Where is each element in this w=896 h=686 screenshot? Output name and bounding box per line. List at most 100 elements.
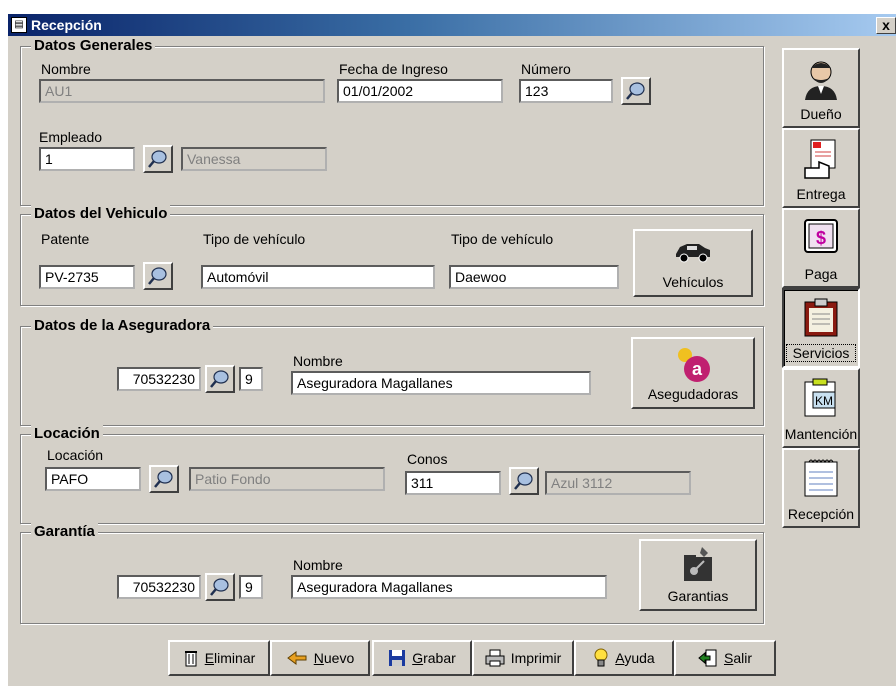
search-key-icon [148,150,167,168]
garantia-group: Garantía 70532230 9 Nombre Aseguradora M… [20,523,764,624]
aseguradora-logo-icon: a [678,348,710,382]
close-button[interactable]: x [876,17,896,34]
save-icon [389,650,406,666]
nombre-field[interactable]: AU1 [39,79,325,103]
nombre-label: Nombre [41,61,91,77]
salir-label: Salir [723,650,752,666]
locacion-field[interactable]: PAFO [45,467,141,491]
aseguradora-search-button[interactable] [205,365,235,393]
tipo-vehiculo-label: Tipo de vehículo [203,231,306,247]
sidebar-label-servicios: Servicios [786,344,856,362]
sidebar-label-dueno: Dueño [800,106,842,122]
garantia-search-button[interactable] [205,573,235,601]
km-clipboard-icon: KM [804,378,836,417]
sidebar-label-recepcion: Recepción [787,506,855,522]
ayuda-label: Ayuda [615,650,655,666]
svg-text:KM: KM [815,394,833,408]
folder-tools-icon [684,547,712,581]
conos-name-field[interactable]: Azul 3112 [545,471,691,495]
app-icon: ▤ [11,17,27,33]
fecha-ingreso-label: Fecha de Ingreso [339,61,448,77]
empleado-name-field[interactable]: Vanessa [181,147,327,171]
garantias-button-label: Garantias [667,588,729,604]
aseguradoras-button[interactable]: a Asegudadoras [631,337,755,409]
garantia-dv-field[interactable]: 9 [239,575,263,599]
grabar-button[interactable]: Grabar [372,640,472,676]
nuevo-label: Nuevo [313,650,355,666]
eliminar-label: Eliminar [204,650,256,666]
locacion-group: Locación Locación PAFO Patio Fondo Conos… [20,425,764,524]
datos-vehiculo-group: Datos del Vehiculo Patente PV-2735 Tipo … [20,205,764,306]
empleado-field[interactable]: 1 [39,147,135,171]
garantias-button[interactable]: Garantias [639,539,757,611]
conos-search-button[interactable] [509,467,539,495]
tipo-vehiculo-2-field[interactable]: Daewoo [449,265,619,289]
locacion-label: Locación [47,447,104,463]
conos-field[interactable]: 311 [405,471,501,495]
sidebar-item-dueno[interactable]: Dueño [782,48,860,128]
garantia-nombre-field[interactable]: Aseguradora Magallanes [291,575,607,599]
aseguradora-nombre-field[interactable]: Aseguradora Magallanes [291,371,591,395]
clipboard-icon [804,298,838,337]
hand-document-icon [804,139,836,179]
conos-label: Conos [407,451,448,467]
sidebar-label-entrega: Entrega [796,186,846,202]
grabar-label: Grabar [412,650,456,666]
search-key-icon [210,370,229,388]
datos-aseguradora-legend: Datos de la Aseguradora [31,317,214,335]
search-key-icon [148,267,167,285]
numero-search-button[interactable] [621,77,651,105]
locacion-search-button[interactable] [149,465,179,493]
tipo-vehiculo-field[interactable]: Automóvil [201,265,435,289]
garantia-legend: Garantía [31,523,98,541]
search-key-icon [514,472,533,490]
printer-icon [485,649,505,667]
imprimir-button[interactable]: Imprimir [472,640,574,676]
lightbulb-icon [594,648,608,667]
nuevo-button[interactable]: Nuevo [270,640,370,676]
patente-field[interactable]: PV-2735 [39,265,135,289]
car-icon [676,244,710,263]
empleado-search-button[interactable] [143,145,173,173]
locacion-legend: Locación [31,425,103,443]
empleado-label: Empleado [39,129,103,145]
salir-button[interactable]: Salir [674,640,776,676]
datos-aseguradora-group: Datos de la Aseguradora 70532230 9 Nombr… [20,317,764,426]
datos-generales-legend: Datos Generales [31,37,156,55]
sidebar-item-paga[interactable]: $ Paga [782,208,860,288]
aseguradoras-button-label: Asegudadoras [647,386,739,402]
datos-generales-group: Datos Generales Nombre AU1 Fecha de Ingr… [20,37,764,206]
trash-icon [184,651,197,667]
window-title: Recepción [31,17,102,33]
eliminar-button[interactable]: Eliminar [168,640,270,676]
imprimir-label: Imprimir [510,650,562,666]
locacion-name-field[interactable]: Patio Fondo [189,467,385,491]
reception-window: ▤ Recepción x Datos Generales Nombre AU1… [8,14,896,686]
notepad-icon [804,459,838,497]
sidebar-label-mantencion: Mantención [784,426,858,442]
new-arrow-icon [286,651,307,665]
ayuda-button[interactable]: Ayuda [574,640,674,676]
patente-label: Patente [41,231,90,247]
aseguradora-dv-field[interactable]: 9 [239,367,263,391]
garantia-rut-field[interactable]: 70532230 [117,575,201,599]
patente-search-button[interactable] [143,262,173,290]
sidebar-item-mantencion[interactable]: KM Mantención [782,368,860,448]
svg-text:$: $ [816,228,826,248]
exit-door-icon [698,649,717,667]
aseguradora-rut-field[interactable]: 70532230 [117,367,201,391]
numero-field[interactable]: 123 [519,79,613,103]
sidebar-item-entrega[interactable]: Entrega [782,128,860,208]
search-key-icon [626,82,645,100]
aseguradora-nombre-label: Nombre [293,353,343,369]
dollar-icon: $ [804,219,838,253]
sidebar-item-recepcion[interactable]: Recepción [782,448,860,528]
datos-vehiculo-legend: Datos del Vehiculo [31,205,171,223]
sidebar-item-servicios[interactable]: Servicios [782,288,860,368]
title-bar[interactable]: ▤ Recepción x [8,14,896,36]
fecha-ingreso-field[interactable]: 01/01/2002 [337,79,503,103]
vehiculos-button-label: Vehículos [662,274,724,290]
tipo-vehiculo-2-label: Tipo de vehículo [451,231,554,247]
vehiculos-button[interactable]: Vehículos [633,229,753,297]
numero-label: Número [521,61,571,77]
